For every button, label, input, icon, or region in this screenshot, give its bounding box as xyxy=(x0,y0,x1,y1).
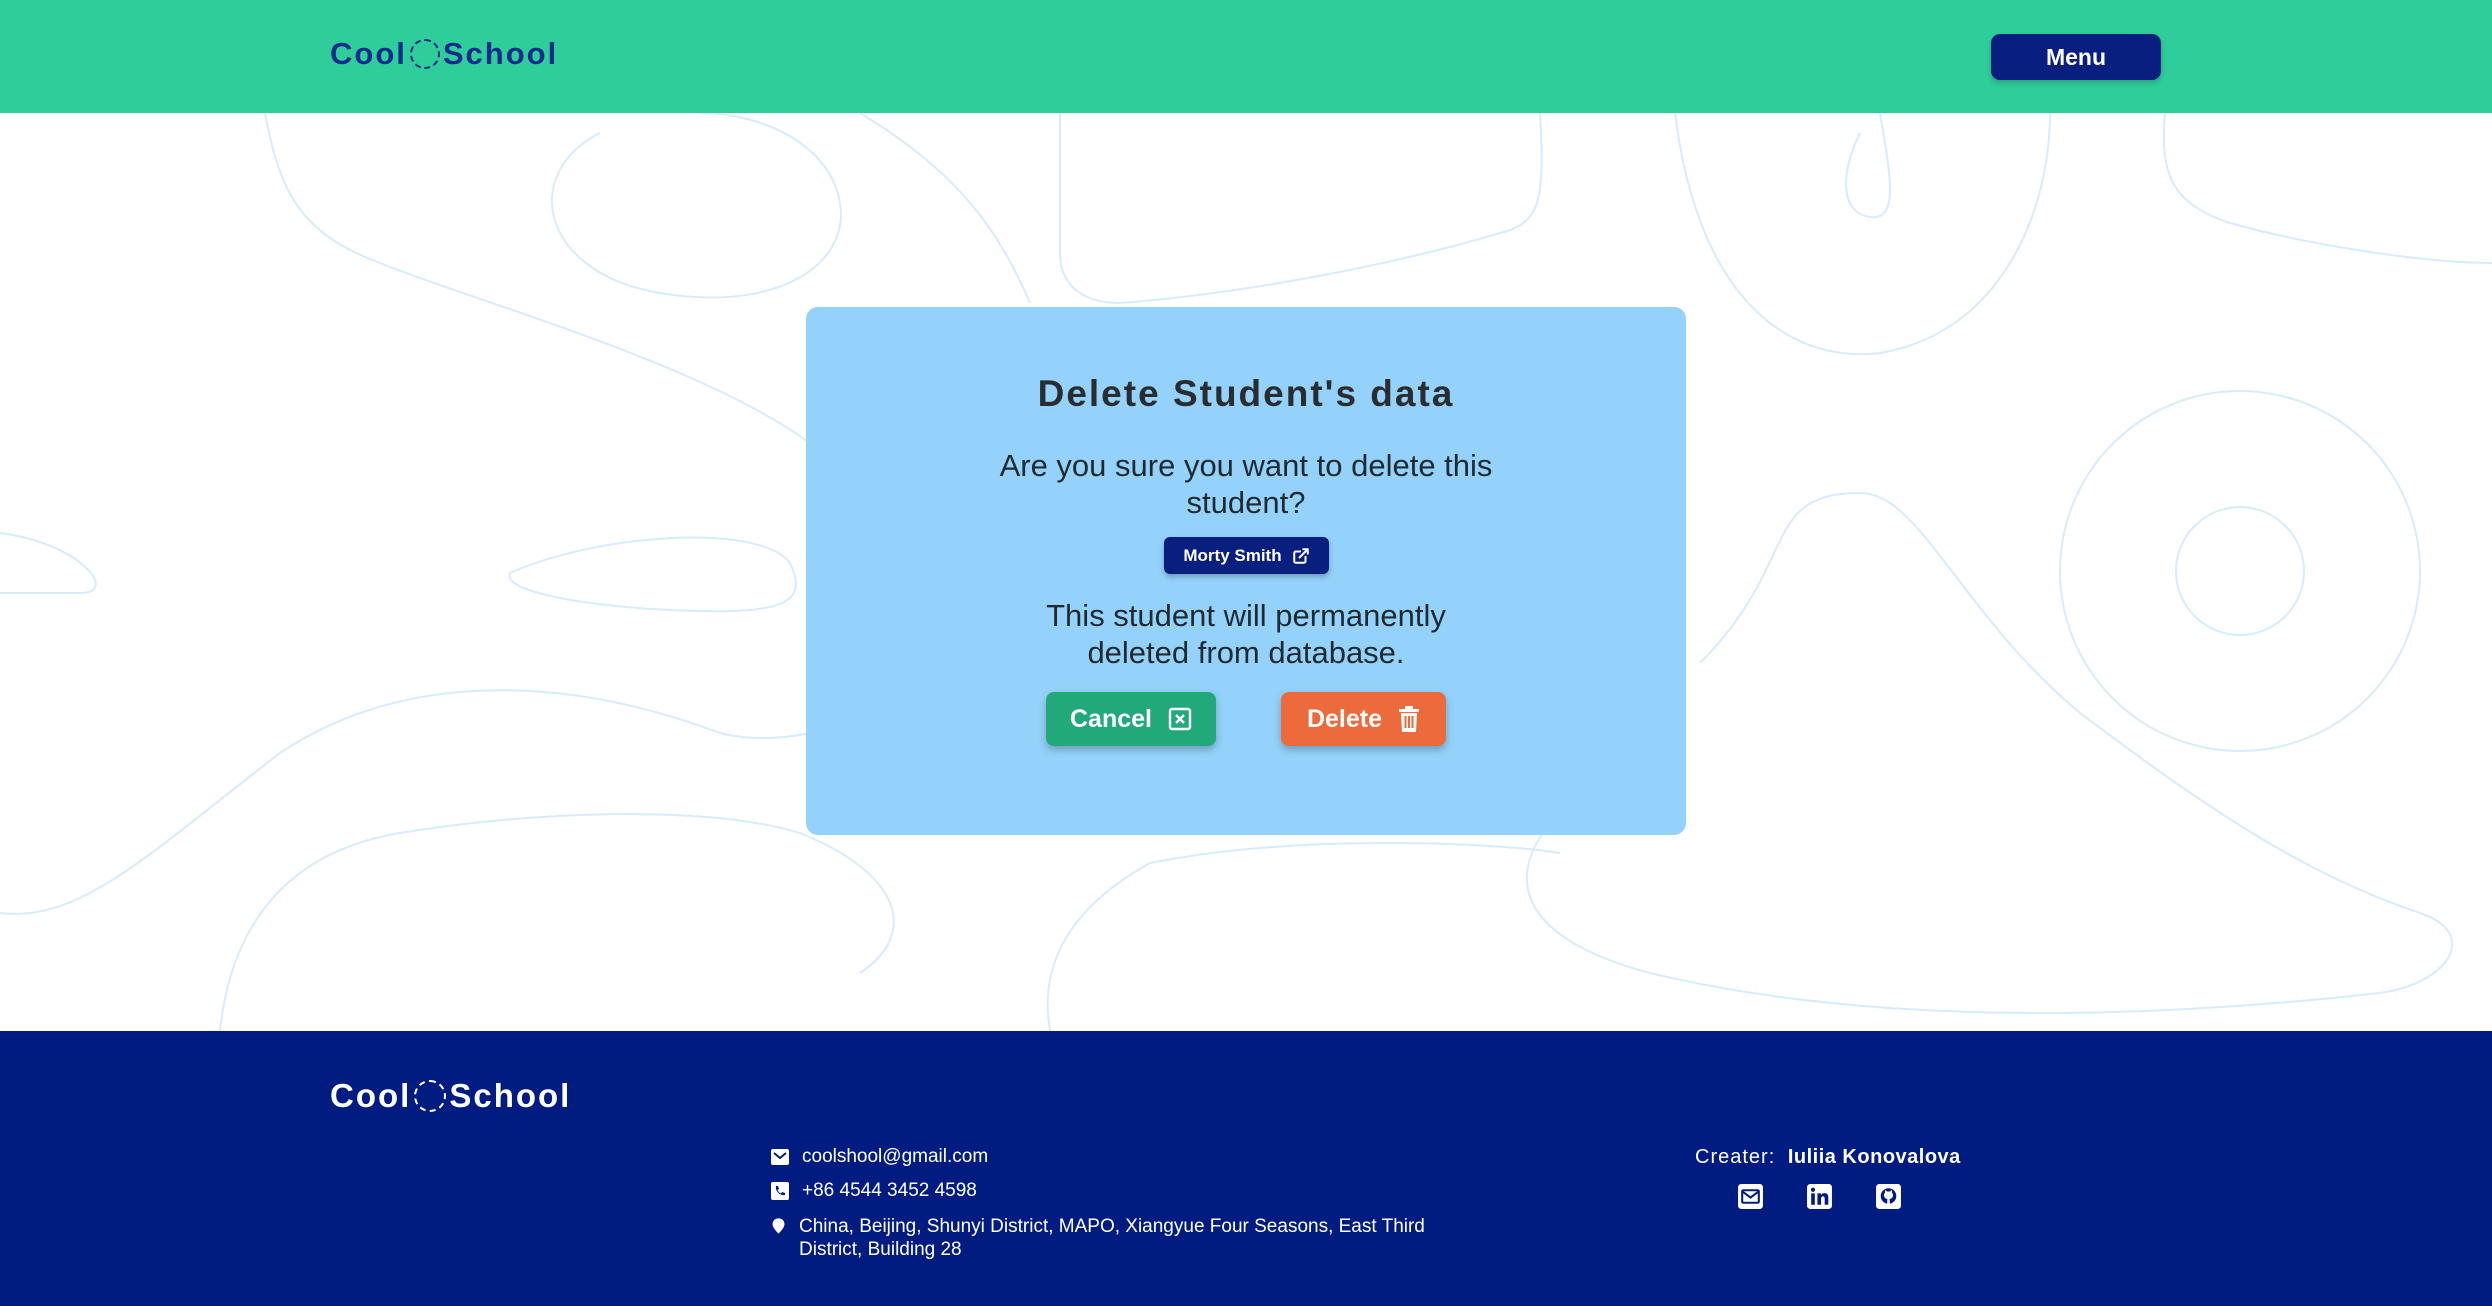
logo-text-cool: Cool xyxy=(330,36,407,71)
cancel-label: Cancel xyxy=(1070,704,1152,733)
dialog-title: Delete Student's data xyxy=(1037,373,1455,414)
student-name: Morty Smith xyxy=(1183,545,1282,565)
permanent-delete-warning: This student will permanently deleted fr… xyxy=(1046,598,1446,670)
contact-phone[interactable]: +86 4544 3452 4598 xyxy=(770,1180,977,1202)
confirm-question: Are you sure you want to delete this stu… xyxy=(999,448,1493,520)
site-footer: Cool School coolshool@gmail.com +86 4544… xyxy=(0,1031,2492,1306)
contact-address: China, Beijing, Shunyi District, MAPO, X… xyxy=(770,1215,1430,1261)
footer-logo-text-school: School xyxy=(449,1077,572,1114)
map-pin-icon xyxy=(772,1218,785,1234)
delete-button[interactable]: Delete xyxy=(1281,692,1446,746)
trash-icon xyxy=(1399,706,1420,732)
external-link-icon xyxy=(1292,547,1309,564)
creator-credit: Creater: Iuliia Konovalova xyxy=(1695,1146,1961,1169)
close-box-icon xyxy=(1168,707,1192,731)
globe-icon xyxy=(409,39,440,69)
phone-icon xyxy=(771,1182,789,1200)
envelope-icon xyxy=(1738,1184,1763,1209)
creator-name: Iuliia Konovalova xyxy=(1787,1146,1961,1168)
linkedin-icon xyxy=(1807,1184,1832,1209)
contact-phone-text: +86 4544 3452 4598 xyxy=(802,1180,977,1201)
logo-text-school: School xyxy=(442,36,559,71)
social-email-link[interactable] xyxy=(1737,1183,1764,1210)
social-links xyxy=(1737,1183,1902,1210)
delete-student-dialog: Delete Student's data Are you sure you w… xyxy=(806,307,1686,835)
globe-icon xyxy=(414,1080,447,1112)
student-link-button[interactable]: Morty Smith xyxy=(1164,537,1329,574)
footer-logo[interactable]: Cool School xyxy=(330,1077,571,1115)
site-logo[interactable]: Cool School xyxy=(330,36,558,72)
creator-label: Creater: xyxy=(1695,1146,1776,1168)
social-linkedin-link[interactable] xyxy=(1806,1183,1833,1210)
social-github-link[interactable] xyxy=(1875,1183,1902,1210)
github-icon xyxy=(1876,1184,1901,1209)
delete-label: Delete xyxy=(1306,704,1383,733)
footer-logo-text-cool: Cool xyxy=(330,1077,412,1114)
contact-email-text: coolshool@gmail.com xyxy=(802,1146,989,1167)
contact-email[interactable]: coolshool@gmail.com xyxy=(770,1146,988,1168)
menu-button[interactable]: Menu xyxy=(1991,34,2161,80)
top-navbar: Cool School Menu xyxy=(0,0,2492,113)
envelope-icon xyxy=(771,1149,789,1165)
cancel-button[interactable]: Cancel xyxy=(1046,692,1216,746)
contact-address-text: China, Beijing, Shunyi District, MAPO, X… xyxy=(799,1216,1425,1260)
